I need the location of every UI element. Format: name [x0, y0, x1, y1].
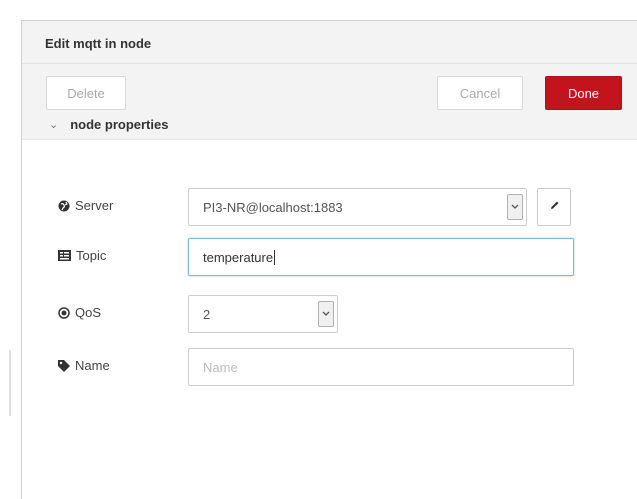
topic-input[interactable]: temperature	[188, 238, 574, 276]
topic-label: Topic	[58, 248, 106, 263]
server-label: Server	[58, 198, 113, 213]
tasks-icon	[58, 250, 71, 261]
resize-handle[interactable]	[9, 350, 11, 416]
chevron-down-icon[interactable]	[507, 194, 523, 220]
cancel-button[interactable]: Cancel	[437, 76, 523, 110]
tray-toolbar: Delete Cancel Done ⌄ node properties	[22, 64, 637, 140]
done-button[interactable]: Done	[545, 76, 622, 110]
server-select[interactable]: PI3-NR@localhost:1883	[188, 188, 527, 226]
text-caret	[274, 249, 276, 265]
globe-icon	[58, 200, 70, 212]
qos-label: QoS	[58, 305, 101, 320]
name-label: Name	[58, 358, 110, 373]
tray-title: Edit mqtt in node	[22, 21, 637, 64]
pencil-icon	[549, 198, 560, 216]
chevron-down-icon[interactable]	[318, 301, 334, 327]
qos-select[interactable]: 2	[188, 295, 338, 333]
dot-circle-icon	[58, 306, 70, 319]
chevron-down-icon: ⌄	[49, 119, 59, 131]
edit-node-tray: Edit mqtt in node Delete Cancel Done ⌄ n…	[21, 20, 637, 499]
section-toggle-node-properties[interactable]: ⌄ node properties	[49, 117, 168, 132]
delete-button[interactable]: Delete	[46, 76, 126, 110]
name-input[interactable]: Name	[188, 348, 574, 386]
edit-server-button[interactable]	[537, 188, 571, 226]
tag-icon	[58, 359, 70, 372]
section-title-label: node properties	[70, 117, 169, 132]
